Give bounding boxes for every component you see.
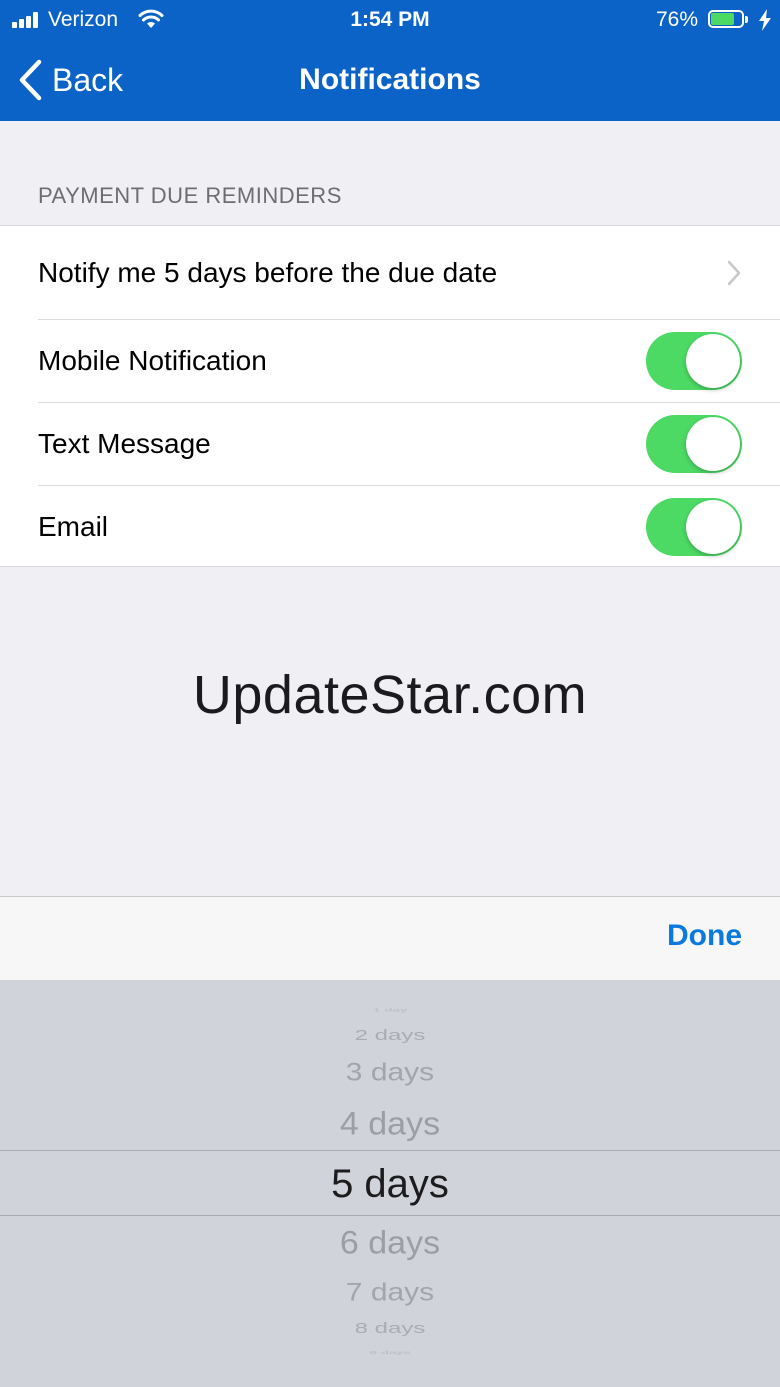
status-bar: Verizon 1:54 PM 76% <box>0 0 780 40</box>
page-title: Notifications <box>299 63 481 96</box>
reminder-days-row[interactable]: Notify me 5 days before the due date <box>0 226 780 319</box>
switch-knob <box>686 334 740 388</box>
picker-option-selected[interactable]: 5 days <box>0 1164 780 1204</box>
switch-knob <box>686 500 740 554</box>
reminder-settings-group: Notify me 5 days before the due date Mob… <box>0 225 780 567</box>
picker-option[interactable]: 6 days <box>0 1227 780 1259</box>
picker-option[interactable]: 4 days <box>0 1108 780 1140</box>
watermark: UpdateStar.com <box>192 665 588 725</box>
email-label: Email <box>38 511 109 542</box>
mobile-notification-switch[interactable] <box>646 332 742 390</box>
battery-level-fill <box>711 13 734 25</box>
toggle-row-email: Email <box>0 486 780 568</box>
picker-toolbar: Done <box>0 896 780 980</box>
chevron-right-icon <box>727 260 741 285</box>
picker-option[interactable]: 8 days <box>0 1322 780 1336</box>
charging-bolt-icon <box>759 9 771 31</box>
switch-knob <box>686 417 740 471</box>
battery-percentage: 76% <box>655 8 698 31</box>
picker-option[interactable]: 1 day <box>0 1008 780 1013</box>
text-message-switch[interactable] <box>646 415 742 473</box>
picker-option[interactable]: 2 days <box>0 1029 780 1043</box>
selection-line-top <box>0 1150 780 1151</box>
days-picker-wheel[interactable]: 1 day 2 days 3 days 4 days 5 days 6 days 7 day… <box>0 980 780 1387</box>
picker-option[interactable]: 3 days <box>0 1060 780 1086</box>
done-button[interactable]: Done <box>667 919 742 953</box>
toggle-row-mobile-notification: Mobile Notification <box>0 320 780 402</box>
navigation-bar: Verizon 1:54 PM 76% Back Notifications <box>0 0 780 121</box>
section-header: PAYMENT DUE REMINDERS <box>38 183 342 208</box>
mobile-notification-label: Mobile Notification <box>38 345 267 376</box>
reminder-days-label: Notify me 5 days before the due date <box>38 256 498 288</box>
selection-line-bottom <box>0 1215 780 1216</box>
picker-option[interactable]: 7 days <box>0 1280 780 1306</box>
text-message-label: Text Message <box>38 428 211 459</box>
toggle-row-text-message: Text Message <box>0 403 780 485</box>
email-switch[interactable] <box>646 498 742 556</box>
battery-icon <box>708 10 750 30</box>
picker-option[interactable]: 9 days <box>0 1350 780 1355</box>
